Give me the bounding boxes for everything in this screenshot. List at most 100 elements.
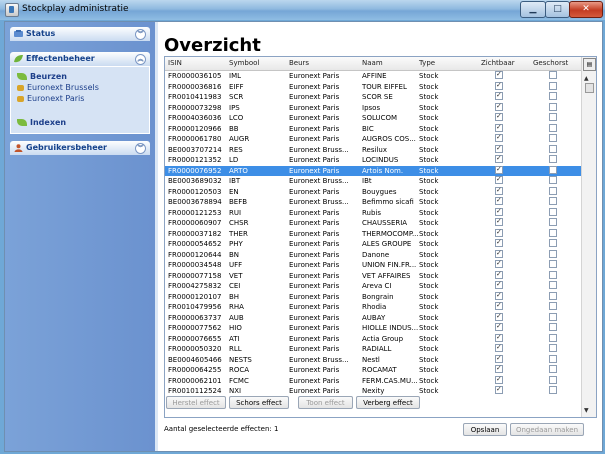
geschorst-checkbox[interactable] [549,375,557,384]
geschorst-checkbox[interactable] [549,186,557,195]
table-row[interactable]: FR0000036816 EIFF Euronext Paris TOUR EIFFE… [165,80,581,93]
opslaan-button[interactable]: Opslaan [463,423,507,436]
geschorst-checkbox[interactable] [549,144,557,153]
geschorst-checkbox[interactable] [549,291,557,300]
zichtbaar-checkbox[interactable] [495,80,503,90]
vertical-scrollbar[interactable]: ▤ ▲ ▼ [581,57,596,417]
geschorst-checkbox[interactable] [549,354,557,363]
collapse-chevron-icon[interactable]: ︽ [135,54,146,65]
table-row[interactable]: FR0000076952 ARTO Euronext Paris Artois Nom… [165,164,581,176]
geschorst-checkbox[interactable] [549,71,557,79]
geschorst-checkbox[interactable] [549,155,557,163]
table-row[interactable]: FR0000073298 IPS Euronext Paris Ipsos Stock [165,101,581,114]
scroll-down-icon[interactable]: ▼ [584,407,589,414]
geschorst-checkbox[interactable] [549,386,557,394]
table-row[interactable]: BE0004605466 NESTS Euronext Bruss... Nestl S… [165,353,581,366]
zichtbaar-checkbox[interactable] [495,69,503,80]
table-row[interactable]: FR0000050320 RLL Euronext Paris RADIALL Stoc… [165,342,581,355]
geschorst-checkbox[interactable] [549,123,557,132]
table-row[interactable]: FR0000120966 BB Euronext Paris BIC Stock [165,122,581,135]
close-button[interactable]: ✕ [569,1,603,18]
column-header-geschorst[interactable]: Geschorst [533,59,568,67]
zichtbaar-checkbox[interactable] [495,374,503,384]
zichtbaar-checkbox[interactable] [495,227,503,237]
schors-effect-button[interactable]: Schors effect [229,396,289,409]
geschorst-checkbox[interactable] [549,312,557,321]
table-row[interactable]: FR0000034548 UFF Euronext Paris UNION FIN.F… [165,258,581,271]
zichtbaar-checkbox[interactable] [495,174,503,185]
geschorst-checkbox[interactable] [549,333,557,342]
zichtbaar-checkbox[interactable] [495,237,503,248]
zichtbaar-checkbox[interactable] [495,153,503,164]
geschorst-checkbox[interactable] [549,92,557,100]
zichtbaar-checkbox[interactable] [495,353,503,363]
geschorst-checkbox[interactable] [549,249,557,258]
scroll-thumb[interactable] [585,83,594,93]
gebruikersbeheer-panel-header[interactable]: Gebruikersbeheer ︾ [10,141,150,155]
table-row[interactable]: FR0000120644 BN Euronext Paris Danone Stock [165,248,581,261]
zichtbaar-checkbox[interactable] [495,384,503,395]
table-row[interactable]: FR0000077158 VET Euronext Paris VET AFFAIRE… [165,269,581,282]
geschorst-checkbox[interactable] [549,228,557,237]
table-row[interactable]: FR0000121253 RUI Euronext Paris Rubis Stock [165,206,581,219]
table-row[interactable]: FR0010112524 NXI Euronext Paris Nexity Stock [165,384,581,397]
verberg-effect-button[interactable]: Verberg effect [356,396,420,409]
expand-chevron-icon[interactable]: ︾ [135,143,146,154]
table-row[interactable]: BE0003678894 BEFB Euronext Bruss... Befimmo… [165,195,581,208]
zichtbaar-checkbox[interactable] [495,258,503,269]
table-row[interactable]: BE0003707214 RES Euronext Bruss... Resilux S… [165,143,581,156]
scroll-up-icon[interactable]: ▲ [584,75,589,82]
zichtbaar-checkbox[interactable] [495,132,503,143]
column-header-naam[interactable]: Naam [362,59,383,67]
zichtbaar-checkbox[interactable] [495,101,503,111]
geschorst-checkbox[interactable] [549,165,557,174]
geschorst-checkbox[interactable] [549,302,557,310]
table-row[interactable]: FR0000036105 IML Euronext Paris AFFINE Stock [165,69,581,82]
zichtbaar-checkbox[interactable] [495,363,503,374]
table-row[interactable]: FR0010411983 SCR Euronext Paris SCOR SE Stoc… [165,90,581,103]
table-row[interactable]: FR0000120503 EN Euronext Paris Bouygues Stoc… [165,185,581,198]
zichtbaar-checkbox[interactable] [495,300,503,311]
table-row[interactable]: FR0000121352 LD Euronext Paris LOCINDUS Stoc… [165,153,581,166]
zichtbaar-checkbox[interactable] [495,248,503,258]
sidebar-item-euronext-paris[interactable]: Euronext Paris [17,94,84,103]
zichtbaar-checkbox[interactable] [495,216,503,227]
expand-chevron-icon[interactable]: ︾ [135,29,146,40]
geschorst-checkbox[interactable] [549,323,557,331]
effectenbeheer-panel-header[interactable]: Effectenbeheer ︽ [10,52,150,66]
column-header-symbool[interactable]: Symbool [229,59,259,67]
zichtbaar-checkbox[interactable] [495,90,503,101]
herstel-effect-button[interactable]: Herstel effect [166,396,226,409]
geschorst-checkbox[interactable] [549,365,557,373]
zichtbaar-checkbox[interactable] [495,321,503,332]
table-row[interactable]: FR0004275832 CEI Euronext Paris Areva CI Sto… [165,279,581,292]
geschorst-checkbox[interactable] [549,81,557,90]
sidebar-item-indexen[interactable]: Indexen [17,118,66,127]
table-row[interactable]: FR0000060907 CHSR Euronext Paris CHAUSSERIA… [165,216,581,229]
column-header-type[interactable]: Type [419,59,435,67]
zichtbaar-checkbox[interactable] [495,164,503,174]
zichtbaar-checkbox[interactable] [495,143,503,153]
column-header-zichtbaar[interactable]: Zichtbaar [481,59,515,67]
zichtbaar-checkbox[interactable] [495,279,503,290]
table-row[interactable]: FR0000076655 ATI Euronext Paris Actia Group… [165,332,581,345]
geschorst-checkbox[interactable] [549,239,557,247]
toon-effect-button[interactable]: Toon effect [298,396,353,409]
zichtbaar-checkbox[interactable] [495,206,503,216]
title-bar[interactable]: Stockplay administratie ▁ □ ✕ [0,0,605,20]
table-row[interactable]: FR0000062101 FCMC Euronext Paris FERM.CAS.M… [165,374,581,387]
geschorst-checkbox[interactable] [549,344,557,352]
column-header-isin[interactable]: ISIN [168,59,182,67]
ongedaan-maken-button[interactable]: Ongedaan maken [510,423,584,436]
column-chooser-icon[interactable]: ▤ [583,58,596,71]
zichtbaar-checkbox[interactable] [495,185,503,195]
zichtbaar-checkbox[interactable] [495,332,503,342]
geschorst-checkbox[interactable] [549,281,557,289]
minimize-button[interactable]: ▁ [520,1,546,18]
sidebar-item-euronext-brussels[interactable]: Euronext Brussels [17,83,99,92]
table-row[interactable]: FR0000063737 AUB Euronext Paris AUBAY Stock [165,311,581,324]
table-row[interactable]: FR0000077562 HIO Euronext Paris HIOLLE INDU… [165,321,581,334]
zichtbaar-checkbox[interactable] [495,195,503,206]
zichtbaar-checkbox[interactable] [495,122,503,132]
zichtbaar-checkbox[interactable] [495,269,503,279]
